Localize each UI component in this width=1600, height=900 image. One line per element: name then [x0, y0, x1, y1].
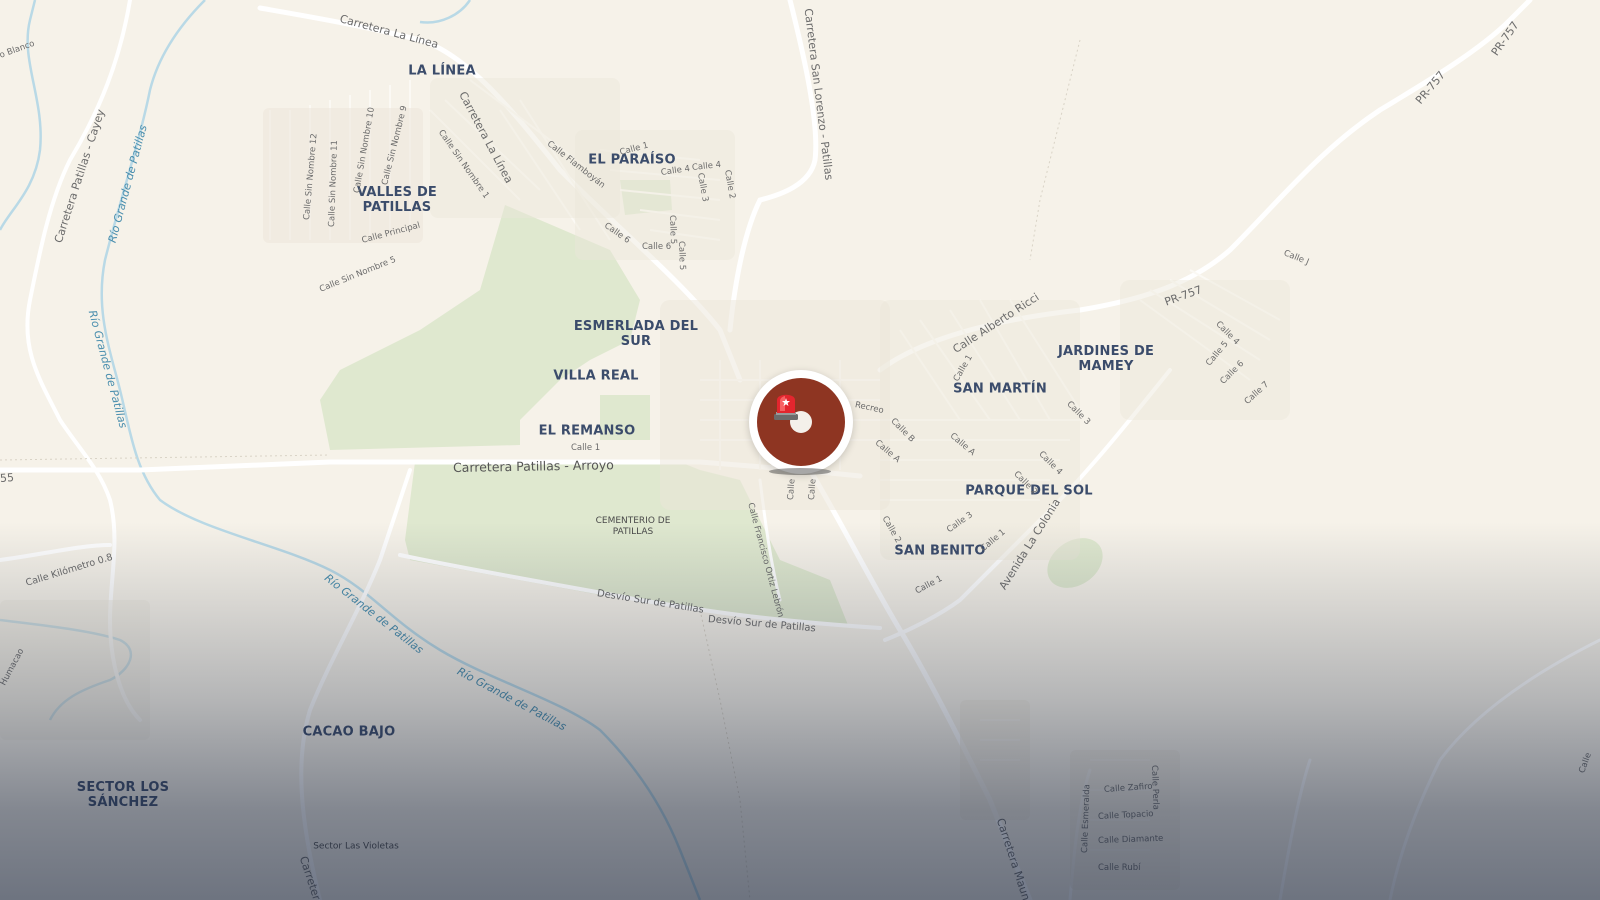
marker-shadow	[769, 468, 831, 475]
map-canvas[interactable]: LA LÍNEA EL PARAÍSO VALLES DE PATILLAS ES…	[0, 0, 1600, 900]
siren-icon	[774, 394, 798, 420]
incident-marker[interactable]	[749, 370, 853, 475]
